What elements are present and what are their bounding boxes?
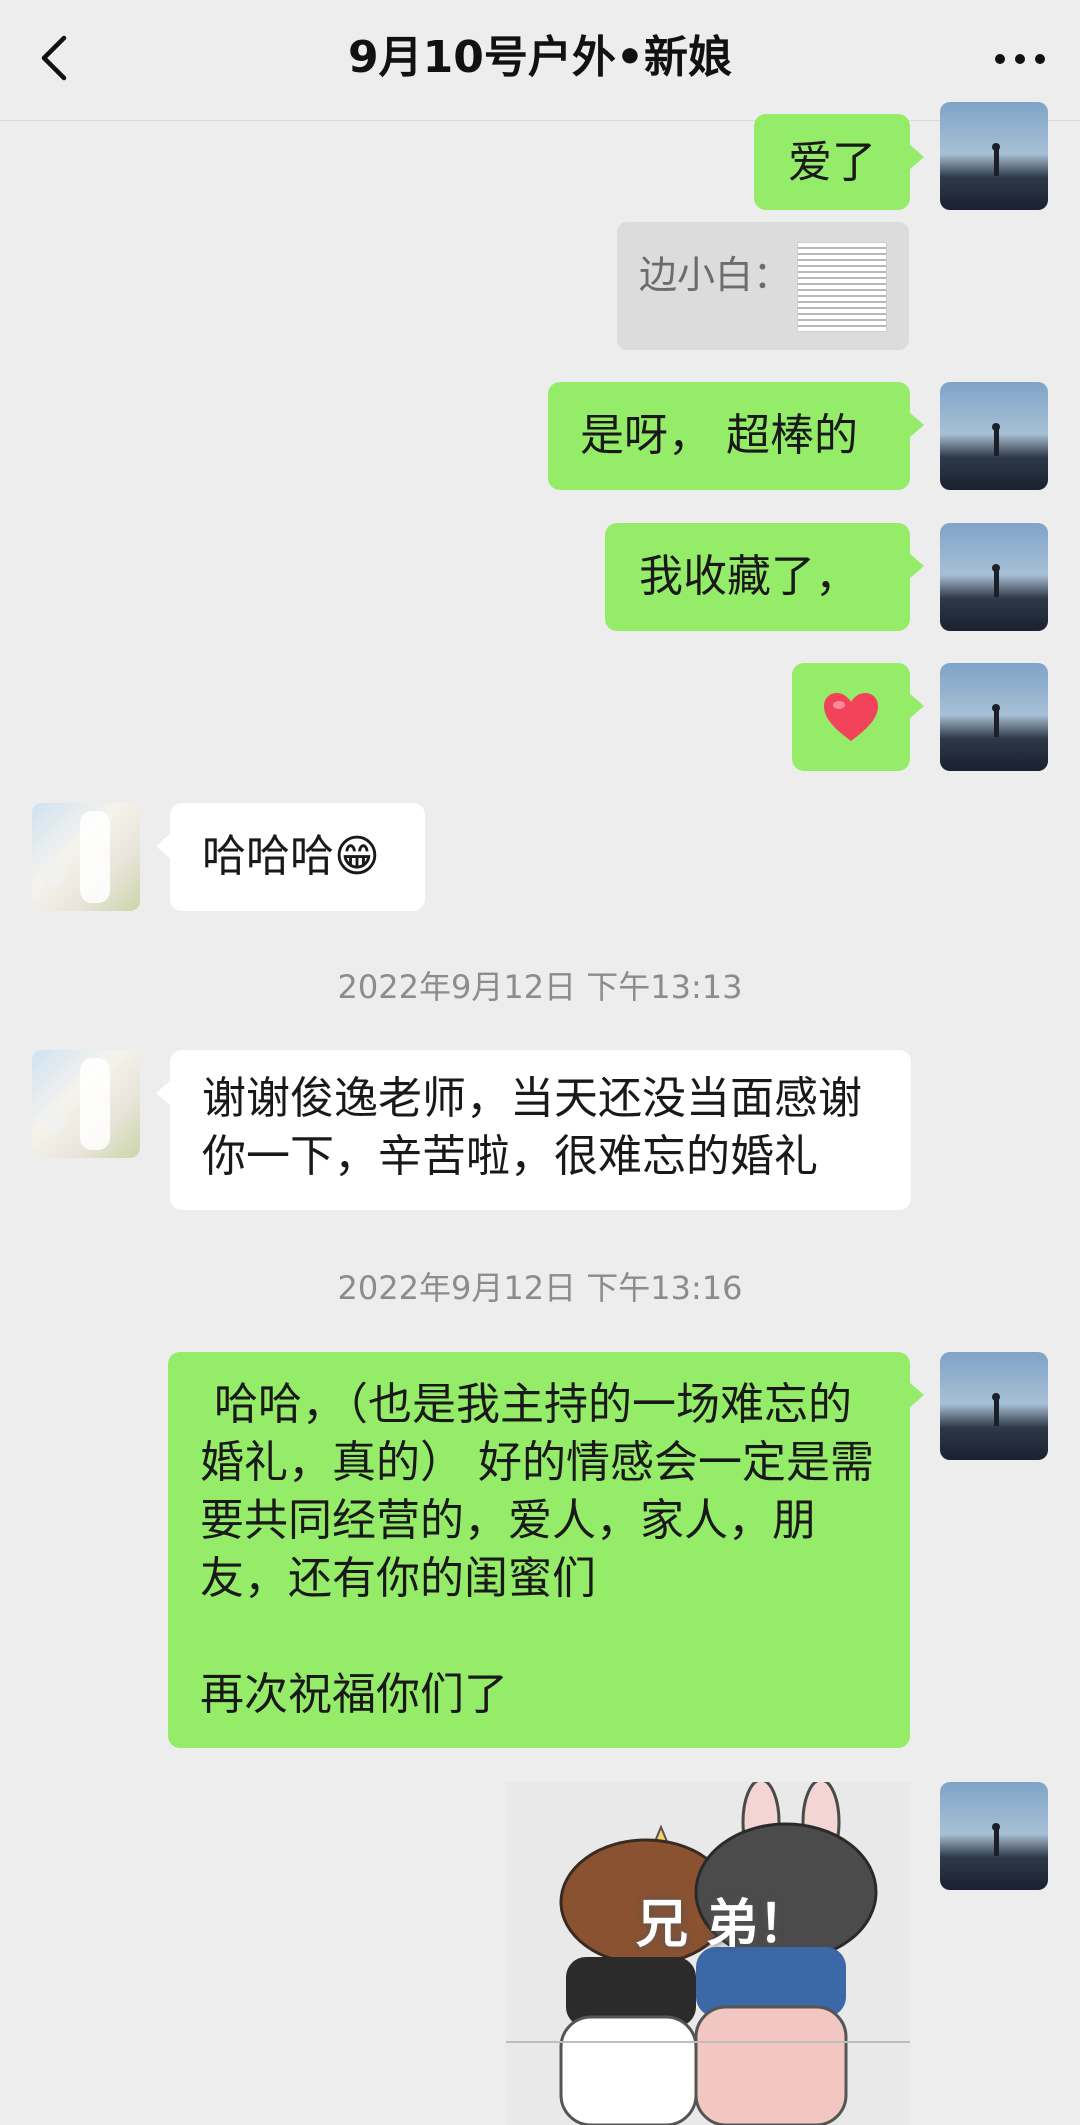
timestamp: 2022年9月12日 下午13:16 (337, 1269, 743, 1307)
avatar-other[interactable] (32, 1050, 140, 1158)
avatar-self[interactable] (940, 1782, 1048, 1890)
avatar-image (992, 1393, 1000, 1426)
chat-header: 9月10号户外•新娘 (0, 0, 1080, 121)
avatar-image (992, 564, 1000, 597)
chat-title: 9月10号户外•新娘 (348, 32, 732, 83)
message-bubble-self[interactable]: 哈哈，（也是我主持的一场难忘的婚礼，真的） 好的情感会一定是需要共同经营的，爱人… (168, 1352, 924, 1748)
document-thumbnail[interactable] (797, 242, 887, 332)
more-dots-icon (995, 54, 1045, 64)
avatar-self[interactable] (940, 382, 1048, 490)
quote-sender-label: 边小白： (639, 253, 792, 297)
timestamp: 2022年9月12日 下午13:13 (337, 968, 743, 1006)
avatar-image (992, 704, 1000, 737)
avatar-image (992, 1823, 1000, 1856)
sticker-message[interactable]: 兄 弟！ (506, 1782, 910, 2125)
message-text: 爱了 (788, 137, 876, 188)
message-bubble-self[interactable] (792, 663, 924, 771)
message-text: 哈哈哈😁 (202, 831, 380, 882)
avatar-image (42, 811, 110, 903)
message-text: 是呀， 超棒的 (580, 410, 858, 461)
message-text: 我收藏了， (639, 551, 859, 602)
avatar-self[interactable] (940, 102, 1048, 210)
message-text: 哈哈，（也是我主持的一场难忘的婚礼，真的） 好的情感会一定是需要共同经营的，爱人… (200, 1379, 874, 1720)
message-bubble-self[interactable]: 爱了 (754, 114, 924, 210)
message-bubble-other[interactable]: 谢谢俊逸老师，当天还没当面感谢你一下，辛苦啦，很难忘的婚礼 (156, 1050, 911, 1210)
avatar-image (42, 1058, 110, 1150)
quoted-message[interactable]: 边小白： (617, 222, 909, 350)
message-bubble-self[interactable]: 我收藏了， (605, 523, 924, 631)
avatar-self[interactable] (940, 663, 1048, 771)
message-text: 谢谢俊逸老师，当天还没当面感谢你一下，辛苦啦，很难忘的婚礼 (202, 1073, 862, 1182)
sticker-caption: 兄 弟！ (636, 1895, 811, 1955)
message-bubble-other[interactable]: 哈哈哈😁 (156, 803, 425, 911)
avatar-self[interactable] (940, 1352, 1048, 1460)
avatar-self[interactable] (940, 523, 1048, 631)
more-options-button[interactable] (990, 44, 1050, 74)
message-bubble-self[interactable]: 是呀， 超棒的 (548, 382, 924, 490)
avatar-image (992, 143, 1000, 176)
avatar-image (992, 423, 1000, 456)
heart-icon (824, 693, 878, 741)
avatar-other[interactable] (32, 803, 140, 911)
